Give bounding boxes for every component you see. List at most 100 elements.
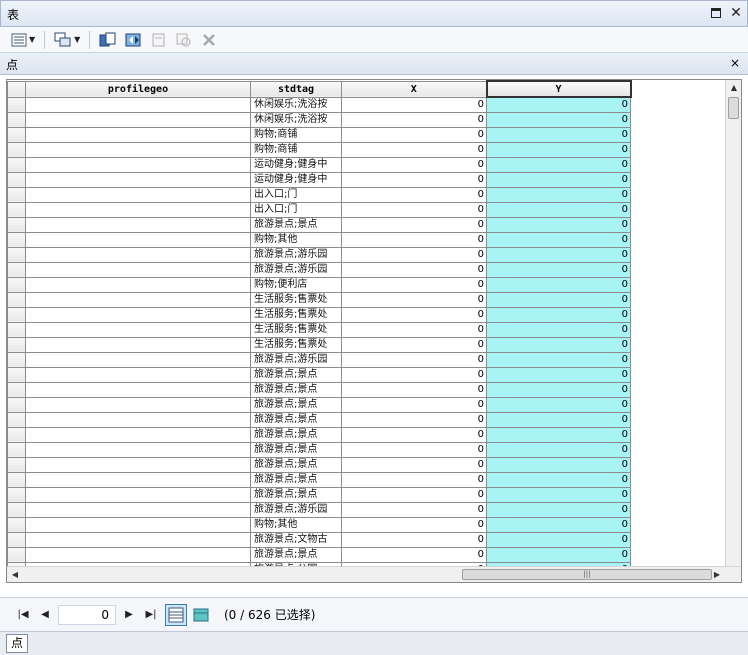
cell-profilegeo[interactable] <box>25 201 251 218</box>
cell-x[interactable]: 0 <box>341 441 487 458</box>
cell-x[interactable]: 0 <box>341 351 487 368</box>
cell-x[interactable]: 0 <box>341 546 487 563</box>
row-selector[interactable] <box>7 216 26 233</box>
previous-record-button[interactable]: ◀ <box>34 605 56 625</box>
cell-profilegeo[interactable] <box>25 261 251 278</box>
cell-y[interactable]: 0 <box>486 276 631 293</box>
table-row[interactable]: 旅游景点;景点 0 0 <box>7 396 631 413</box>
cell-x[interactable]: 0 <box>341 396 487 413</box>
cell-x[interactable]: 0 <box>341 501 487 518</box>
cell-y[interactable]: 0 <box>486 321 631 338</box>
row-selector[interactable] <box>7 501 26 518</box>
cell-y[interactable]: 0 <box>486 411 631 428</box>
cell-y[interactable]: 0 <box>486 291 631 308</box>
cell-stdtag[interactable]: 旅游景点;游乐园 <box>250 246 342 263</box>
cell-x[interactable]: 0 <box>341 216 487 233</box>
cell-stdtag[interactable]: 旅游景点;景点 <box>250 546 342 563</box>
cell-profilegeo[interactable] <box>25 396 251 413</box>
cell-stdtag[interactable]: 旅游景点;景点 <box>250 456 342 473</box>
cell-profilegeo[interactable] <box>25 516 251 533</box>
cell-y[interactable]: 0 <box>486 231 631 248</box>
table-tab-points[interactable]: 点 <box>6 634 29 653</box>
related-tables-button[interactable]: ▼ <box>51 30 83 50</box>
close-tab-button[interactable]: × <box>730 56 740 70</box>
row-selector[interactable] <box>7 246 26 263</box>
table-row[interactable]: 生活服务;售票处 0 0 <box>7 336 631 353</box>
table-row[interactable]: 出入口;门 0 0 <box>7 201 631 218</box>
scroll-up-icon[interactable]: ▲ <box>726 80 741 96</box>
cell-stdtag[interactable]: 旅游景点;景点 <box>250 441 342 458</box>
cell-x[interactable]: 0 <box>341 456 487 473</box>
table-row[interactable]: 运动健身;健身中 0 0 <box>7 171 631 188</box>
cell-stdtag[interactable]: 生活服务;售票处 <box>250 306 342 323</box>
cell-x[interactable]: 0 <box>341 486 487 503</box>
cell-x[interactable]: 0 <box>341 321 487 338</box>
cell-y[interactable]: 0 <box>486 306 631 323</box>
cell-x[interactable]: 0 <box>341 231 487 248</box>
table-row[interactable]: 运动健身;健身中 0 0 <box>7 156 631 173</box>
row-selector[interactable] <box>7 426 26 443</box>
cell-x[interactable]: 0 <box>341 411 487 428</box>
cell-profilegeo[interactable] <box>25 156 251 173</box>
table-row[interactable]: 旅游景点;景点 0 0 <box>7 411 631 428</box>
row-selector[interactable] <box>7 276 26 293</box>
cell-stdtag[interactable]: 休闲娱乐;洗浴按 <box>250 111 342 128</box>
cell-profilegeo[interactable] <box>25 306 251 323</box>
row-selector[interactable] <box>7 201 26 218</box>
cell-y[interactable]: 0 <box>486 501 631 518</box>
cell-x[interactable]: 0 <box>341 531 487 548</box>
row-selector[interactable] <box>7 381 26 398</box>
cell-stdtag[interactable]: 购物;商铺 <box>250 126 342 143</box>
column-header-x[interactable]: X <box>341 80 487 98</box>
cell-profilegeo[interactable] <box>25 336 251 353</box>
table-row[interactable]: 购物;其他00 <box>7 231 631 248</box>
cell-stdtag[interactable]: 运动健身;健身中 <box>250 156 342 173</box>
cell-x[interactable]: 0 <box>341 516 487 533</box>
table-row[interactable]: 旅游景点;游乐园 0 0 <box>7 261 631 278</box>
cell-stdtag[interactable]: 旅游景点;景点 <box>250 216 342 233</box>
table-row[interactable]: 旅游景点;景点 0 0 <box>7 471 631 488</box>
show-all-records-button[interactable] <box>165 603 187 626</box>
delete-selected-button[interactable] <box>198 30 220 50</box>
clear-selection-button[interactable] <box>148 30 170 50</box>
table-row[interactable]: 旅游景点;景点 0 0 <box>7 546 631 563</box>
column-header-y[interactable]: Y <box>485 80 632 98</box>
cell-stdtag[interactable]: 旅游景点;游乐园 <box>250 261 342 278</box>
cell-profilegeo[interactable] <box>25 141 251 158</box>
cell-stdtag[interactable]: 生活服务;售票处 <box>250 321 342 338</box>
cell-stdtag[interactable]: 购物;商铺 <box>250 141 342 158</box>
cell-profilegeo[interactable] <box>25 411 251 428</box>
table-row[interactable]: 旅游景点;景点 0 0 <box>7 366 631 383</box>
table-row[interactable]: 旅游景点;游乐园 0 0 <box>7 351 631 368</box>
row-selector[interactable] <box>7 486 26 503</box>
row-selector[interactable] <box>7 261 26 278</box>
row-selector[interactable] <box>7 321 26 338</box>
cell-y[interactable]: 0 <box>486 546 631 563</box>
cell-stdtag[interactable]: 旅游景点;游乐园 <box>250 351 342 368</box>
current-record-input[interactable]: 0 <box>58 604 116 625</box>
cell-profilegeo[interactable] <box>25 96 251 113</box>
cell-x[interactable]: 0 <box>341 171 487 188</box>
cell-profilegeo[interactable] <box>25 126 251 143</box>
table-row[interactable]: 旅游景点;景点 0 0 <box>7 486 631 503</box>
row-selector[interactable] <box>7 396 26 413</box>
cell-stdtag[interactable]: 生活服务;售票处 <box>250 291 342 308</box>
cell-stdtag[interactable]: 出入口;门 <box>250 201 342 218</box>
table-row[interactable]: 休闲娱乐;洗浴按 0 0 <box>7 111 631 128</box>
cell-stdtag[interactable]: 旅游景点;景点 <box>250 381 342 398</box>
cell-profilegeo[interactable] <box>25 366 251 383</box>
cell-y[interactable]: 0 <box>486 186 631 203</box>
table-row[interactable]: 生活服务;售票处 0 0 <box>7 306 631 323</box>
cell-x[interactable]: 0 <box>341 96 487 113</box>
row-selector[interactable] <box>7 456 26 473</box>
cell-y[interactable]: 0 <box>486 351 631 368</box>
cell-stdtag[interactable]: 运动健身;健身中 <box>250 171 342 188</box>
cell-profilegeo[interactable] <box>25 426 251 443</box>
cell-y[interactable]: 0 <box>486 246 631 263</box>
cell-profilegeo[interactable] <box>25 171 251 188</box>
cell-x[interactable]: 0 <box>341 366 487 383</box>
table-row[interactable]: 购物;商铺 0 0 <box>7 126 631 143</box>
scroll-right-icon[interactable]: ▶ <box>709 567 725 582</box>
cell-x[interactable]: 0 <box>341 111 487 128</box>
row-selector[interactable] <box>7 171 26 188</box>
